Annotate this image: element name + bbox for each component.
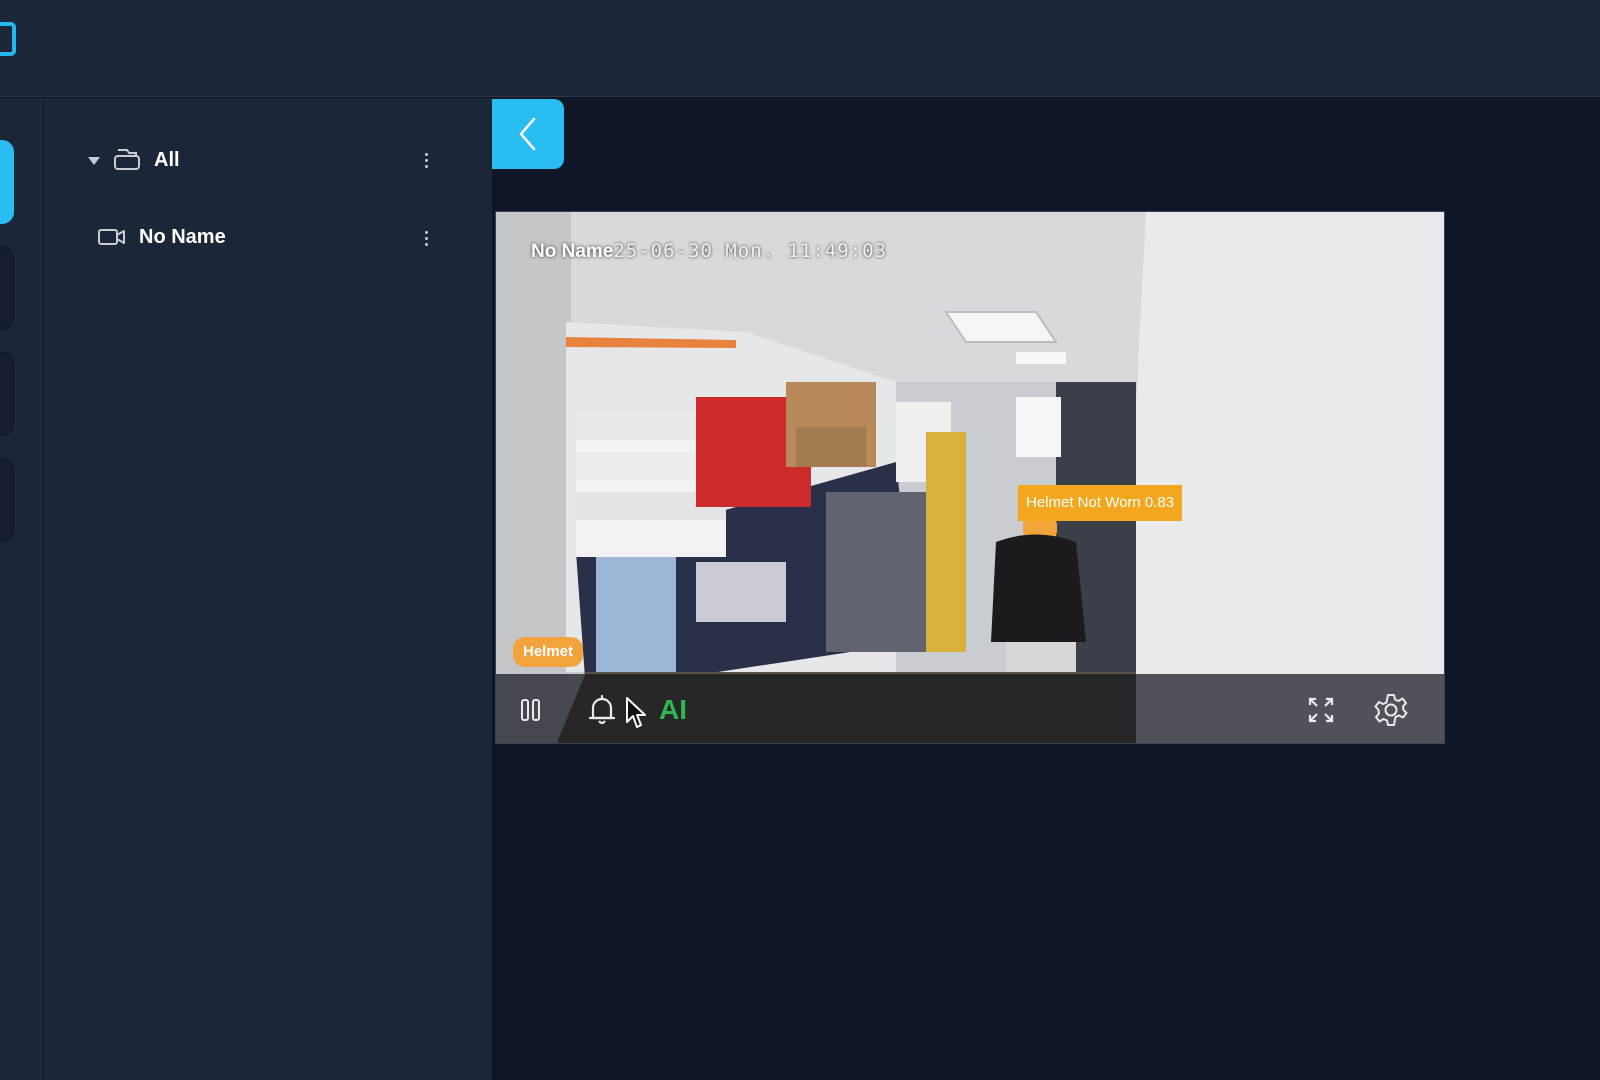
chevron-left-icon <box>519 117 536 151</box>
app-logo-icon[interactable] <box>0 22 16 56</box>
rail-tab-2[interactable] <box>0 246 14 330</box>
rail-tab-live[interactable] <box>0 140 14 224</box>
ai-toggle-button[interactable]: AI <box>648 690 698 730</box>
pause-button[interactable] <box>511 690 551 730</box>
detection-label: Helmet Not Worn 0.83 <box>1018 485 1183 521</box>
rail-tab-3[interactable] <box>0 352 14 436</box>
caret-down-icon[interactable] <box>87 156 101 166</box>
video-osd: No Name25-06-30 Mon. 11:49:03 <box>531 240 887 263</box>
alarm-button[interactable] <box>582 690 622 730</box>
tree-item-camera[interactable]: No Name <box>43 218 492 258</box>
fullscreen-button[interactable] <box>1301 690 1341 730</box>
camera-name: No Name <box>531 241 614 262</box>
device-tree-panel: All No Name <box>43 98 492 1080</box>
timestamp: 25-06-30 Mon. 11:49:03 <box>613 240 888 262</box>
video-control-bar: AI <box>496 674 1444 743</box>
rail-tab-4[interactable] <box>0 458 14 542</box>
bell-icon <box>588 694 616 725</box>
more-vertical-icon[interactable] <box>416 226 436 250</box>
folder-icon <box>114 149 140 170</box>
pause-icon <box>521 699 540 721</box>
video-player[interactable]: No Name25-06-30 Mon. 11:49:03 Helmet Not… <box>495 211 1445 744</box>
collapse-panel-button[interactable] <box>492 99 564 169</box>
tree-item-label: No Name <box>139 226 226 248</box>
fullscreen-icon <box>1308 697 1334 723</box>
tree-group-all[interactable]: All <box>43 140 492 180</box>
main-area: No Name25-06-30 Mon. 11:49:03 Helmet Not… <box>492 98 1600 1080</box>
more-vertical-icon[interactable] <box>416 148 436 172</box>
camera-feed <box>496 212 1444 743</box>
tree-group-label: All <box>154 149 180 171</box>
ai-mode-badge: Helmet <box>513 637 584 667</box>
settings-button[interactable] <box>1371 690 1411 730</box>
gear-icon <box>1374 694 1408 726</box>
ai-label: AI <box>659 694 687 725</box>
camera-icon <box>98 229 125 245</box>
nav-rail <box>0 98 42 1080</box>
top-bar <box>0 0 1600 97</box>
